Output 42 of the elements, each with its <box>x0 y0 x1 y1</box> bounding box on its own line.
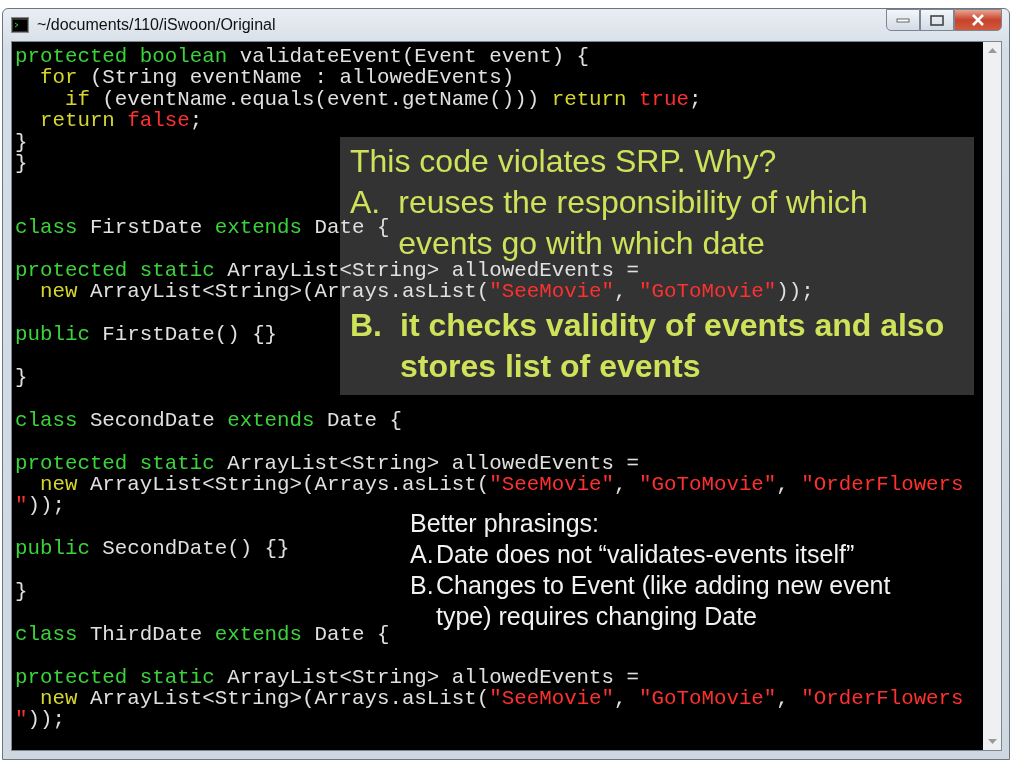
code-line: if (eventName.equals(event.getName())) return true; <box>63 88 702 111</box>
minimize-button[interactable] <box>886 9 920 31</box>
note-text: Date does not “validates-events itself” <box>436 539 856 570</box>
close-icon <box>971 14 985 26</box>
code-line: class SecondDate extends Date { <box>15 409 402 432</box>
item-label: B. <box>410 570 435 601</box>
code-line: class ThirdDate extends Date { <box>15 623 390 646</box>
code-line: ")); <box>15 709 65 731</box>
code-line: } <box>15 581 28 603</box>
callout-title: This code violates SRP. Why? <box>350 142 778 181</box>
code-line: public SecondDate() {} <box>15 538 290 560</box>
item-label: A. <box>350 183 381 220</box>
code-line: } <box>15 367 28 389</box>
scroll-up-icon[interactable] <box>987 48 997 53</box>
maximize-icon <box>930 14 944 26</box>
answer-text: it checks validity of events and also stores list of events <box>400 306 946 386</box>
maximize-button[interactable] <box>920 9 954 31</box>
code-line: protected static ArrayList<String> allowedEvents = <box>15 666 639 689</box>
code-line: } <box>15 153 28 175</box>
item-label: A. <box>410 539 435 570</box>
answer-text: reuses the responsibility of which events go with which date <box>398 183 869 261</box>
terminal-icon <box>11 17 29 33</box>
scroll-down-icon[interactable] <box>987 739 997 744</box>
note-text: Changes to Event (like adding new event type) requires changing Date <box>436 570 892 632</box>
code-line: protected static ArrayList<String> allowedEvents = <box>15 452 639 475</box>
minimize-icon <box>896 17 910 23</box>
code-line: return false; <box>38 110 203 132</box>
code-line: protected boolean validateEvent(Event event) { <box>15 46 590 68</box>
code-line: class FirstDate extends Date { <box>15 217 390 239</box>
window-title: ~/documents/110/iSwoon/Original <box>37 16 277 34</box>
code-line: new ArrayList<String>(Arrays.asList("SeeMovie", "GoToMovie")); <box>38 281 814 303</box>
code-line: protected static ArrayList<String> allowedEvents = <box>15 260 639 282</box>
code-line: ")); <box>15 495 65 517</box>
code-line: } <box>15 131 28 154</box>
code-line: new ArrayList<String>(Arrays.asList("SeeMovie", "GoToMovie", "OrderFlowers <box>39 474 964 496</box>
code-line: for (String eventName : allowedEvents) <box>38 67 515 89</box>
code-line: new ArrayList<String>(Arrays.asList("SeeMovie", "GoToMovie", "OrderFlowers <box>39 688 964 710</box>
item-label: B. <box>350 306 382 345</box>
close-button[interactable] <box>954 9 1002 31</box>
scrollbar[interactable] <box>983 42 1001 750</box>
note-title: Better phrasings: <box>410 508 599 539</box>
code-line: public FirstDate() {} <box>15 324 278 346</box>
